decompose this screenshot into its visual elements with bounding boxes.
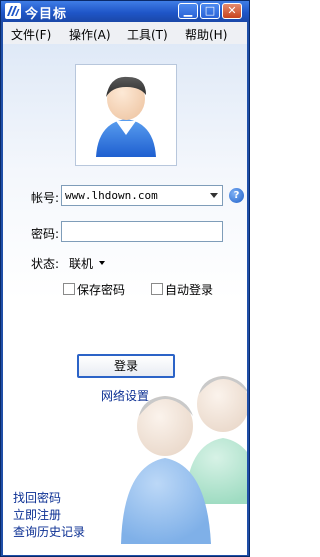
- status-dropdown-arrow-icon[interactable]: [99, 261, 105, 265]
- network-settings-link[interactable]: 网络设置: [101, 387, 149, 404]
- minimize-button[interactable]: ▁: [178, 3, 198, 19]
- password-field[interactable]: [61, 221, 223, 242]
- title-bar[interactable]: 今目标 ▁ □ ✕: [1, 1, 249, 22]
- save-password-label[interactable]: 保存密码: [77, 281, 125, 298]
- auto-login-label[interactable]: 自动登录: [165, 281, 213, 298]
- menu-action[interactable]: 操作(A): [69, 26, 111, 43]
- login-panel: 帐号: www.lhdown.com ? 密码: 状态: 联机 保存密码 自动登…: [3, 44, 247, 555]
- dropdown-arrow-icon[interactable]: [210, 193, 218, 198]
- close-button[interactable]: ✕: [222, 3, 242, 19]
- auto-login-checkbox[interactable]: [151, 283, 163, 295]
- app-window: 今目标 ▁ □ ✕ 文件(F) 操作(A) 工具(T) 帮助(H) 帐号: ww…: [0, 0, 250, 557]
- menu-help[interactable]: 帮助(H): [185, 26, 227, 43]
- account-combobox[interactable]: www.lhdown.com: [61, 185, 223, 206]
- status-dropdown[interactable]: 联机: [69, 255, 93, 272]
- save-password-checkbox[interactable]: [63, 283, 75, 295]
- window-title: 今目标: [25, 7, 68, 22]
- help-icon[interactable]: ?: [229, 188, 244, 203]
- account-value[interactable]: www.lhdown.com: [65, 189, 158, 202]
- register-link[interactable]: 立即注册: [13, 506, 61, 523]
- menu-file[interactable]: 文件(F): [11, 26, 51, 43]
- avatar-frame[interactable]: [75, 64, 177, 166]
- history-link[interactable]: 查询历史记录: [13, 523, 85, 540]
- retrieve-password-link[interactable]: 找回密码: [13, 489, 61, 506]
- login-button[interactable]: 登录: [77, 354, 175, 378]
- maximize-button[interactable]: □: [200, 3, 220, 19]
- account-label: 帐号:: [31, 191, 60, 205]
- menu-bar: 文件(F) 操作(A) 工具(T) 帮助(H): [3, 22, 247, 44]
- app-logo-icon: [5, 3, 21, 19]
- password-label: 密码:: [31, 227, 60, 241]
- user-avatar-icon: [96, 76, 156, 157]
- menu-tools[interactable]: 工具(T): [127, 26, 168, 43]
- status-label: 状态:: [31, 257, 60, 271]
